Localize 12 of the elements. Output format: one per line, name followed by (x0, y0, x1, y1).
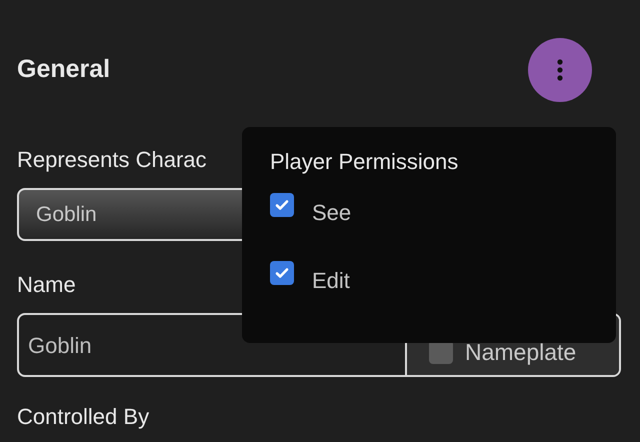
checkbox[interactable] (270, 261, 294, 285)
permission-label: Edit (312, 269, 350, 293)
field-label: Name (17, 271, 76, 299)
checkmark-icon (274, 197, 290, 213)
field-label: Represents Charac (17, 146, 207, 174)
more-icon (557, 59, 563, 81)
permission-label: See (312, 201, 352, 225)
checkbox[interactable] (270, 193, 294, 217)
popover-title: Player Permissions (270, 148, 460, 176)
checkmark-icon (274, 265, 290, 281)
section-title: General (17, 54, 110, 86)
field-label: Controlled By (17, 403, 150, 431)
